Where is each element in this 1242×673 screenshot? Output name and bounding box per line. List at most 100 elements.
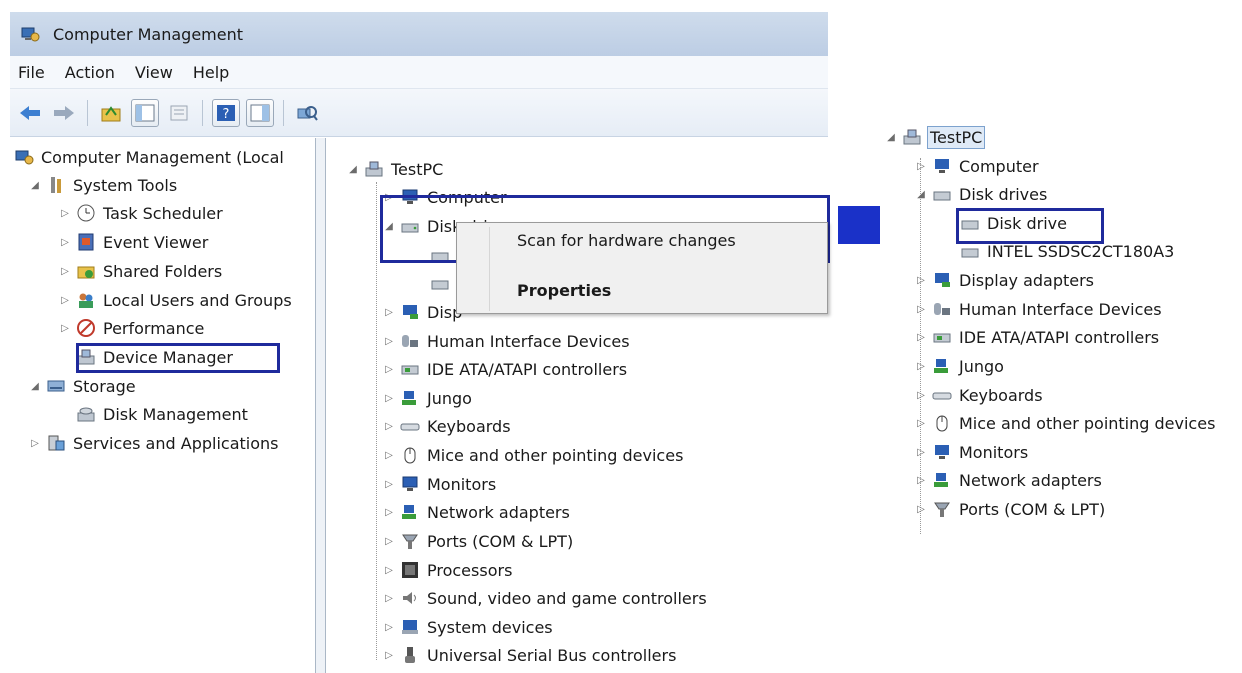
device-category-ports[interactable]: ▷ Ports (COM & LPT)	[914, 496, 1107, 522]
device-category-network-adapters[interactable]: ▷ Network adapters	[382, 499, 572, 525]
tree-item-task-scheduler[interactable]: ▷ Task Scheduler	[58, 200, 225, 226]
expanded-arrow-icon[interactable]: ◢	[28, 180, 42, 191]
collapsed-arrow-icon[interactable]: ▷	[382, 364, 396, 375]
collapsed-arrow-icon[interactable]: ▷	[28, 438, 42, 449]
device-category-ports[interactable]: ▷ Ports (COM & LPT)	[382, 528, 575, 554]
menu-action[interactable]: Action	[65, 63, 115, 82]
collapsed-arrow-icon[interactable]: ▷	[58, 295, 72, 306]
collapsed-arrow-icon[interactable]: ▷	[914, 418, 928, 429]
collapsed-arrow-icon[interactable]: ▷	[382, 593, 396, 604]
device-category-mice[interactable]: ▷ Mice and other pointing devices	[914, 410, 1217, 436]
device-category-ide-ata-atapi-controllers[interactable]: ▷ IDE ATA/ATAPI controllers	[382, 356, 629, 382]
collapsed-arrow-icon[interactable]: ▷	[382, 336, 396, 347]
collapsed-arrow-icon[interactable]: ▷	[58, 266, 72, 277]
scan-hardware-button[interactable]	[293, 99, 321, 127]
device-category-ide-ata-atapi-controllers[interactable]: ▷ IDE ATA/ATAPI controllers	[914, 324, 1161, 350]
collapsed-arrow-icon[interactable]: ▷	[382, 307, 396, 318]
device-category-usb-controllers[interactable]: ▷ Universal Serial Bus controllers	[382, 642, 678, 668]
tree-item-computer-management[interactable]: Computer Management (Local	[14, 144, 286, 170]
collapsed-arrow-icon[interactable]: ▷	[58, 323, 72, 334]
collapsed-arrow-icon[interactable]: ▷	[382, 536, 396, 547]
collapsed-arrow-icon[interactable]: ▷	[914, 390, 928, 401]
device-category-jungo[interactable]: ▷ Jungo	[914, 353, 1006, 379]
tree-label: Ports (COM & LPT)	[427, 531, 574, 551]
mouse-icon	[400, 445, 420, 465]
collapsed-arrow-icon[interactable]: ▷	[382, 565, 396, 576]
collapsed-arrow-icon[interactable]: ▷	[382, 507, 396, 518]
collapsed-arrow-icon[interactable]: ▷	[58, 237, 72, 248]
forward-arrow-icon	[54, 105, 74, 120]
collapsed-arrow-icon[interactable]: ▷	[914, 275, 928, 286]
expanded-arrow-icon[interactable]: ◢	[914, 189, 928, 200]
expanded-arrow-icon[interactable]: ◢	[884, 132, 898, 143]
properties-button[interactable]	[165, 99, 193, 127]
device-category-mice[interactable]: ▷ Mice and other pointing devices	[382, 442, 685, 468]
tree-label: Computer Management (Local	[41, 147, 284, 167]
device-category-human-interface-devices[interactable]: ▷ Human Interface Devices	[914, 296, 1164, 322]
device-category-jungo[interactable]: ▷ Jungo	[382, 385, 474, 411]
tree-label: Storage	[73, 376, 136, 396]
expanded-arrow-icon[interactable]: ◢	[346, 164, 360, 175]
collapsed-arrow-icon[interactable]: ▷	[914, 304, 928, 315]
device-category-monitors[interactable]: ▷ Monitors	[914, 439, 1030, 465]
keyboard-icon	[932, 385, 952, 405]
device-category-monitors[interactable]: ▷ Monitors	[382, 471, 498, 497]
collapsed-arrow-icon[interactable]: ▷	[914, 161, 928, 172]
collapsed-arrow-icon[interactable]: ▷	[914, 332, 928, 343]
storage-icon	[46, 376, 66, 396]
device-category-keyboards[interactable]: ▷ Keyboards	[382, 413, 513, 439]
tree-item-shared-folders[interactable]: ▷ Shared Folders	[58, 258, 224, 284]
collapsed-arrow-icon[interactable]: ▷	[914, 475, 928, 486]
collapsed-arrow-icon[interactable]: ▷	[382, 479, 396, 490]
device-category-display-adapters[interactable]: ▷ Disp	[382, 299, 464, 325]
device-category-display-adapters[interactable]: ▷ Display adapters	[914, 267, 1096, 293]
menu-item-scan-for-hardware-changes[interactable]: Scan for hardware changes	[517, 231, 736, 250]
device-root-testpc[interactable]: ◢ TestPC	[884, 124, 986, 150]
back-button[interactable]	[16, 99, 44, 127]
menu-view[interactable]: View	[135, 63, 173, 82]
console-tree-icon	[135, 104, 155, 121]
tree-item-disk-management[interactable]: Disk Management	[72, 401, 250, 427]
collapsed-arrow-icon[interactable]: ▷	[382, 450, 396, 461]
show-hide-action-pane-button[interactable]	[246, 98, 274, 127]
collapsed-arrow-icon[interactable]: ▷	[382, 421, 396, 432]
collapsed-arrow-icon[interactable]: ▷	[914, 447, 928, 458]
tree-label: Human Interface Devices	[427, 331, 630, 351]
device-category-computer[interactable]: ▷ Computer	[914, 153, 1041, 179]
forward-button[interactable]	[50, 99, 78, 127]
collapsed-arrow-icon[interactable]: ▷	[382, 393, 396, 404]
pane-splitter[interactable]	[316, 138, 326, 673]
device-category-sound-video-game[interactable]: ▷ Sound, video and game controllers	[382, 585, 709, 611]
tree-item-local-users-and-groups[interactable]: ▷ Local Users and Groups	[58, 287, 294, 313]
tree-item-storage[interactable]: ◢ Storage	[28, 373, 138, 399]
tree-label: Jungo	[959, 356, 1004, 376]
computer-icon	[364, 159, 384, 179]
collapsed-arrow-icon[interactable]: ▷	[914, 504, 928, 515]
menu-item-properties[interactable]: Properties	[517, 281, 611, 300]
menu-help[interactable]: Help	[193, 63, 229, 82]
tree-label: Monitors	[959, 442, 1029, 462]
collapsed-arrow-icon[interactable]: ▷	[58, 208, 72, 219]
collapsed-arrow-icon[interactable]: ▷	[382, 622, 396, 633]
expanded-arrow-icon[interactable]: ◢	[28, 381, 42, 392]
tree-item-performance[interactable]: ▷ Performance	[58, 315, 206, 341]
mouse-icon	[932, 413, 952, 433]
performance-icon	[76, 318, 96, 338]
tree-item-services-and-applications[interactable]: ▷ Services and Applications	[28, 430, 280, 456]
tree-item-event-viewer[interactable]: ▷ Event Viewer	[58, 229, 210, 255]
collapsed-arrow-icon[interactable]: ▷	[914, 361, 928, 372]
tree-item-system-tools[interactable]: ◢ System Tools	[28, 172, 179, 198]
up-folder-button[interactable]	[97, 99, 125, 127]
device-category-network-adapters[interactable]: ▷ Network adapters	[914, 467, 1104, 493]
hid-icon	[400, 331, 420, 351]
device-root-testpc[interactable]: ◢ TestPC	[346, 156, 445, 182]
device-category-human-interface-devices[interactable]: ▷ Human Interface Devices	[382, 328, 632, 354]
show-hide-console-tree-button[interactable]	[131, 98, 159, 127]
collapsed-arrow-icon[interactable]: ▷	[382, 650, 396, 661]
help-button[interactable]: ?	[212, 98, 240, 127]
device-category-keyboards[interactable]: ▷ Keyboards	[914, 382, 1045, 408]
menu-file[interactable]: File	[18, 63, 45, 82]
device-category-processors[interactable]: ▷ Processors	[382, 557, 514, 583]
device-category-disk-drives[interactable]: ◢ Disk drives	[914, 181, 1049, 207]
device-category-system-devices[interactable]: ▷ System devices	[382, 614, 555, 640]
